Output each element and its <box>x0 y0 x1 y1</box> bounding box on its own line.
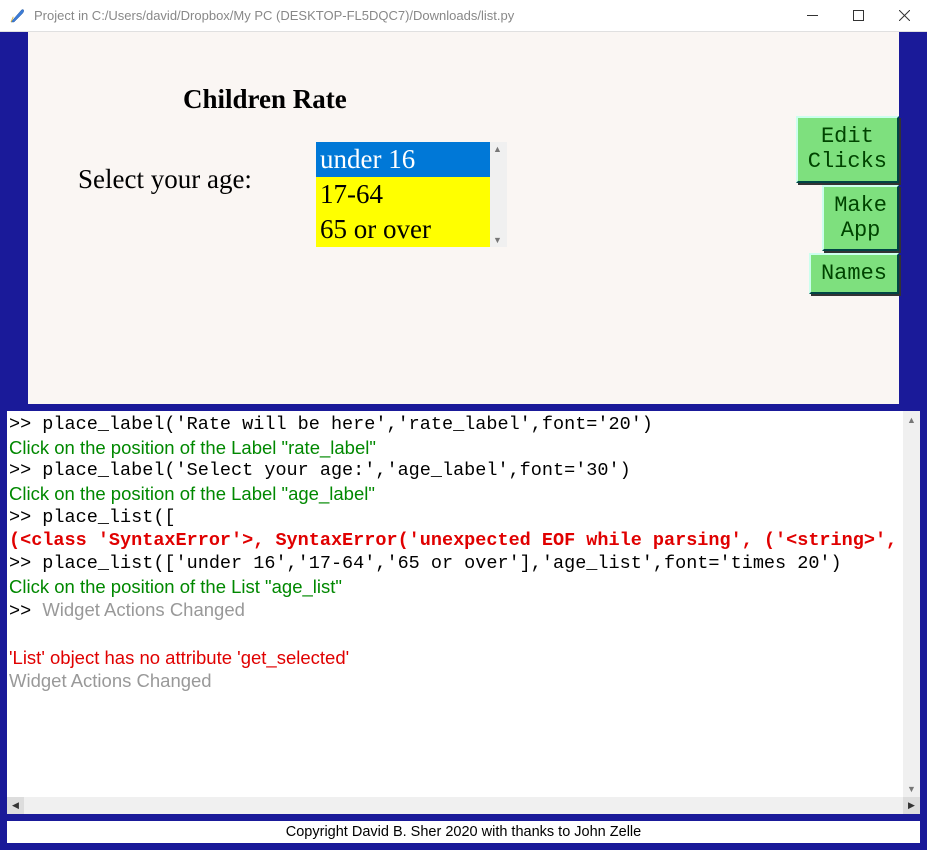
heading-label: Children Rate <box>183 84 347 115</box>
console-line: >> place_label('Select your age:','age_l… <box>9 459 903 482</box>
window-controls <box>789 0 927 32</box>
app-body: Children Rate Select your age: under 16 … <box>0 32 927 850</box>
console-line: Click on the position of the List "age_l… <box>9 575 903 598</box>
app-icon <box>8 7 26 25</box>
console-line: >> place_list(['under 16','17-64','65 or… <box>9 552 903 575</box>
console-output[interactable]: >> place_label('Rate will be here','rate… <box>9 411 903 797</box>
window-title: Project in C:/Users/david/Dropbox/My PC … <box>34 8 789 23</box>
chevron-down-icon[interactable]: ▼ <box>493 235 502 245</box>
footer-text: Copyright David B. Sher 2020 with thanks… <box>7 821 920 843</box>
age-listbox[interactable]: under 16 17-64 65 or over <box>316 142 490 247</box>
make-app-button[interactable]: Make App <box>822 185 899 252</box>
close-button[interactable] <box>881 0 927 32</box>
names-button[interactable]: Names <box>809 253 899 294</box>
console-line: (<class 'SyntaxError'>, SyntaxError('une… <box>9 529 903 552</box>
edit-clicks-button[interactable]: Edit Clicks <box>796 116 899 183</box>
console-line: >> place_list([ <box>9 506 903 529</box>
canvas-area: Children Rate Select your age: under 16 … <box>28 32 899 404</box>
chevron-up-icon[interactable]: ▲ <box>493 144 502 154</box>
chevron-right-icon[interactable]: ▶ <box>903 797 920 814</box>
console-hscrollbar[interactable]: ◀ ▶ <box>7 797 920 814</box>
chevron-down-icon[interactable]: ▼ <box>903 780 920 797</box>
listbox-scrollbar[interactable]: ▲ ▼ <box>490 142 507 247</box>
console-area: >> place_label('Rate will be here','rate… <box>7 411 920 814</box>
list-item[interactable]: under 16 <box>316 142 490 177</box>
console-line <box>9 623 903 646</box>
console-vscrollbar[interactable]: ▲ ▼ <box>903 411 920 797</box>
console-line: 'List' object has no attribute 'get_sele… <box>9 646 903 669</box>
titlebar: Project in C:/Users/david/Dropbox/My PC … <box>0 0 927 32</box>
maximize-button[interactable] <box>835 0 881 32</box>
console-line: Widget Actions Changed <box>9 669 903 692</box>
chevron-up-icon[interactable]: ▲ <box>903 411 920 428</box>
chevron-left-icon[interactable]: ◀ <box>7 797 24 814</box>
console-line: Click on the position of the Label "age_… <box>9 482 903 505</box>
list-item[interactable]: 17-64 <box>316 177 490 212</box>
console-line: >> Widget Actions Changed <box>9 598 903 623</box>
console-text: Widget Actions Changed <box>42 599 245 620</box>
age-label: Select your age: <box>78 164 252 195</box>
age-listbox-wrap: under 16 17-64 65 or over ▲ ▼ <box>316 142 507 247</box>
console-line: Click on the position of the Label "rate… <box>9 436 903 459</box>
console-line: >> place_label('Rate will be here','rate… <box>9 413 903 436</box>
console-prompt: >> <box>9 601 42 622</box>
minimize-button[interactable] <box>789 0 835 32</box>
list-item[interactable]: 65 or over <box>316 212 490 247</box>
side-buttons: Edit Clicks Make App Names <box>796 116 899 296</box>
